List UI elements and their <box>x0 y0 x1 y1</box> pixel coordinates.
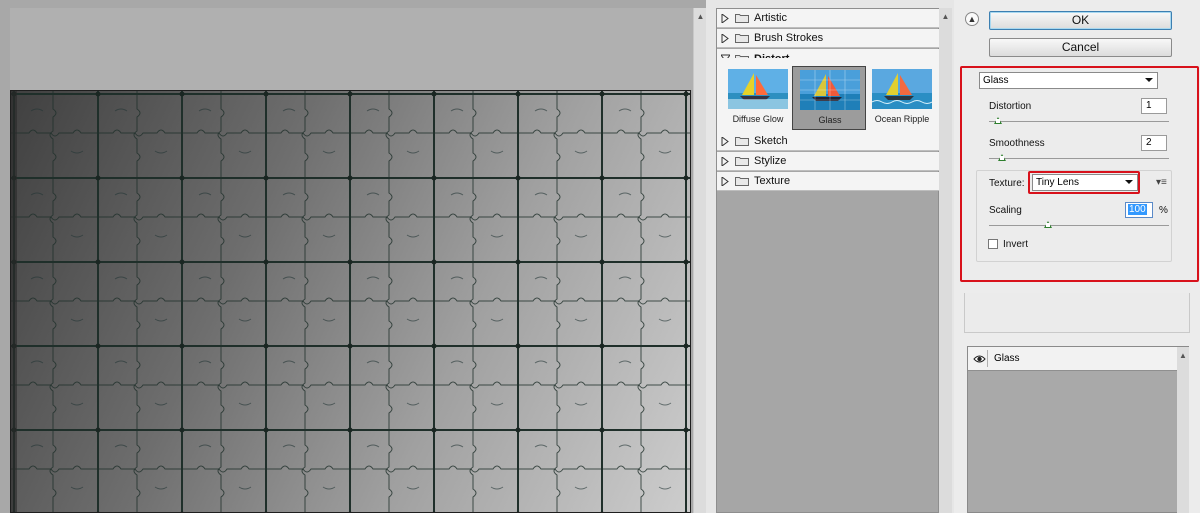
scaling-slider[interactable] <box>989 225 1169 226</box>
filter-dropdown-value: Glass <box>983 75 1009 86</box>
folder-icon <box>735 176 749 186</box>
collapse-gallery-icon[interactable]: ▲ <box>965 12 979 26</box>
preview-area: ▲ <box>0 0 706 513</box>
scaling-unit: % <box>1159 205 1168 216</box>
distortion-slider-thumb[interactable] <box>994 117 1002 124</box>
folder-label: Artistic <box>754 12 787 24</box>
eye-icon[interactable] <box>971 350 988 367</box>
scaling-input[interactable]: 100 <box>1125 202 1153 218</box>
thumbnail-label: Glass <box>818 115 842 125</box>
folder-label: Stylize <box>754 155 787 167</box>
smoothness-slider-thumb[interactable] <box>998 154 1006 161</box>
folder-icon <box>735 13 749 23</box>
thumbnail-label: Diffuse Glow <box>732 114 784 124</box>
folder-artistic[interactable]: Artistic <box>717 9 939 28</box>
settings-empty-area <box>964 293 1190 333</box>
layer-name: Glass <box>994 353 1020 364</box>
glass-texture-pattern <box>11 91 690 512</box>
distortion-input[interactable]: 1 <box>1141 98 1167 114</box>
folder-sketch[interactable]: Sketch <box>717 132 939 151</box>
invert-checkbox[interactable] <box>988 239 998 249</box>
filter-dropdown[interactable]: Glass <box>979 72 1158 89</box>
folder-texture[interactable]: Texture <box>717 172 939 191</box>
layers-scrollbar[interactable]: ▲ <box>1177 347 1189 513</box>
thumbnail-image <box>872 69 932 109</box>
expand-arrow-icon[interactable] <box>721 176 729 186</box>
scroll-up-icon[interactable]: ▲ <box>939 10 952 23</box>
scaling-input-value: 100 <box>1128 204 1147 215</box>
folder-label: Brush Strokes <box>754 32 824 44</box>
scroll-up-icon[interactable]: ▲ <box>1177 349 1189 362</box>
smoothness-input[interactable]: 2 <box>1141 135 1167 151</box>
preview-background <box>10 8 693 90</box>
expand-arrow-icon[interactable] <box>721 13 729 23</box>
folder-stylize[interactable]: Stylize <box>717 152 939 171</box>
preview-canvas[interactable] <box>10 90 691 513</box>
thumbnail-ocean-ripple[interactable]: Ocean Ripple <box>865 66 939 130</box>
folder-icon <box>735 156 749 166</box>
scaling-slider-thumb[interactable] <box>1044 221 1052 228</box>
filter-gallery: Artistic Brush Strokes Distort Diffuse G… <box>716 8 939 513</box>
gallery-scrollbar[interactable]: ▲ <box>939 8 952 513</box>
scroll-up-icon[interactable]: ▲ <box>694 10 707 23</box>
thumbnail-diffuse-glow[interactable]: Diffuse Glow <box>721 66 795 130</box>
thumbnail-glass[interactable]: Glass <box>792 66 866 130</box>
layer-row-glass[interactable]: Glass <box>968 347 1178 371</box>
chevron-down-icon <box>1145 78 1153 82</box>
effect-layers-panel: Glass ▲ <box>967 346 1189 513</box>
cancel-button[interactable]: Cancel <box>989 38 1172 57</box>
thumbnail-image <box>728 69 788 109</box>
ok-button[interactable]: OK <box>989 11 1172 30</box>
smoothness-label: Smoothness <box>989 138 1045 149</box>
scaling-label: Scaling <box>989 205 1022 216</box>
folder-brush-strokes[interactable]: Brush Strokes <box>717 29 939 48</box>
expand-arrow-icon[interactable] <box>721 33 729 43</box>
thumbnail-label: Ocean Ripple <box>874 114 930 124</box>
texture-label: Texture: <box>989 178 1025 189</box>
folder-label: Texture <box>754 175 791 187</box>
texture-highlight-box <box>1028 171 1140 194</box>
smoothness-slider[interactable] <box>989 158 1169 159</box>
folder-icon <box>735 33 749 43</box>
preview-scrollbar[interactable]: ▲ <box>693 8 706 513</box>
texture-menu-icon[interactable]: ▾≡ <box>1156 177 1167 188</box>
thumbnail-panel: Diffuse Glow Glass Ocean Ripple <box>717 58 939 138</box>
distortion-label: Distortion <box>989 101 1032 112</box>
invert-label: Invert <box>1003 239 1029 250</box>
thumbnail-image <box>800 70 860 110</box>
expand-arrow-icon[interactable] <box>721 136 729 146</box>
distortion-slider[interactable] <box>989 121 1169 122</box>
folder-icon <box>735 136 749 146</box>
expand-arrow-icon[interactable] <box>721 156 729 166</box>
folder-label: Sketch <box>754 135 788 147</box>
